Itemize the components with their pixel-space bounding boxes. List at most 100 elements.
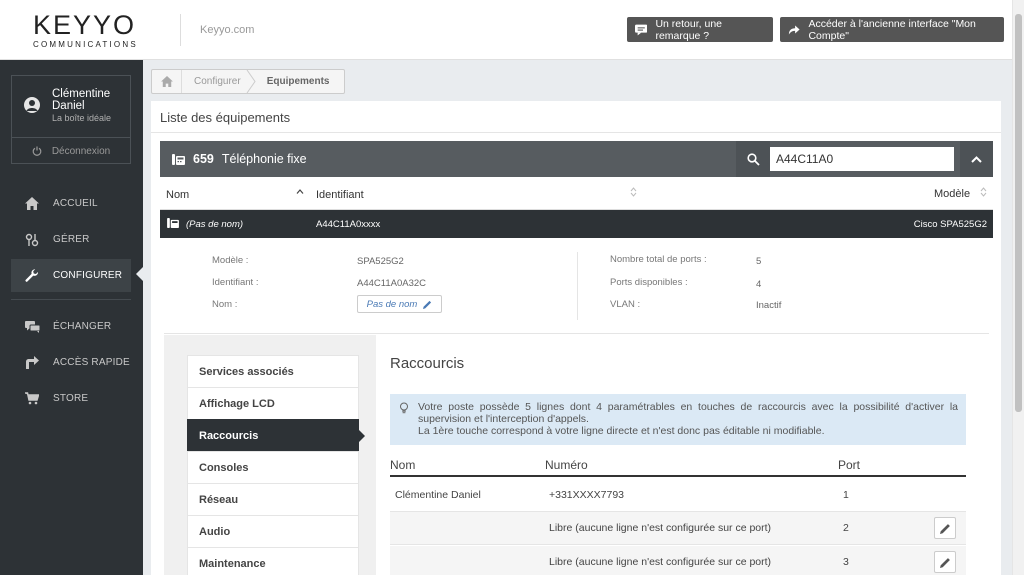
table-row: Libre (aucune ligne n'est configurée sur…: [390, 512, 966, 545]
site-link[interactable]: Keyyo.com: [200, 24, 254, 36]
equipment-count: 659: [193, 152, 214, 166]
page-title: Liste des équipements: [160, 110, 291, 125]
feedback-label: Un retour, une remarque ?: [655, 17, 722, 42]
vlan-label: VLAN :: [610, 299, 641, 310]
subnav-item-maintenance[interactable]: Maintenance: [187, 547, 359, 575]
breadcrumb-home[interactable]: [152, 70, 182, 93]
nav-divider: [11, 299, 131, 300]
column-name[interactable]: Nom: [166, 189, 189, 201]
col-port-header: Port: [838, 458, 861, 472]
table-row[interactable]: (Pas de nom) A44C11A0xxxx Cisco SPA525G2: [160, 210, 993, 238]
search-button[interactable]: [736, 141, 770, 177]
search-input[interactable]: [770, 147, 954, 171]
logout-label: Déconnexion: [51, 145, 111, 157]
search-icon: [746, 152, 760, 166]
breadcrumb-configure-label: Configurer: [194, 76, 241, 87]
logo-divider: [180, 14, 181, 46]
edit-shortcut-button[interactable]: [934, 551, 956, 573]
row-name: (Pas de nom): [186, 219, 244, 230]
logout-button[interactable]: Déconnexion: [12, 137, 130, 164]
column-headers: Nom Identifiant Modèle: [160, 177, 993, 210]
model-label: Modèle :: [212, 255, 249, 266]
old-interface-label: Accéder à l'ancienne interface "Mon Comp…: [808, 17, 976, 42]
total-ports-value: 5: [756, 256, 762, 267]
name-edit-field[interactable]: Pas de nom: [357, 295, 442, 313]
column-identifier[interactable]: Identifiant: [316, 189, 364, 201]
subnav-item-services[interactable]: Services associés: [187, 355, 359, 387]
col-number-header: Numéro: [545, 458, 588, 472]
table-row: Libre (aucune ligne n'est configurée sur…: [390, 546, 966, 575]
nav-item-store[interactable]: STORE: [11, 382, 131, 415]
user-avatar-icon: [24, 97, 40, 113]
row-line-port: 2: [843, 522, 849, 534]
pencil-icon: [939, 557, 950, 568]
breadcrumb: Configurer Equipements: [151, 69, 345, 94]
subnav-item-consoles[interactable]: Consoles: [187, 451, 359, 483]
subnav-item-lcd[interactable]: Affichage LCD: [187, 387, 359, 419]
top-bar: KEYYO COMMUNICATIONS Keyyo.com Un retour…: [0, 0, 1012, 60]
logo-word: KEYYO: [33, 10, 137, 40]
nav-item-exchange[interactable]: ÉCHANGER: [11, 310, 131, 343]
name-label: Nom :: [212, 299, 238, 310]
chat-icon: [635, 24, 648, 35]
info-line-1: Votre poste possède 5 lignes dont 4 para…: [418, 401, 958, 425]
sort-icon[interactable]: [980, 187, 987, 197]
chat-bubbles-icon: [24, 320, 40, 334]
nav-item-configure[interactable]: CONFIGURER: [11, 259, 131, 292]
active-nav-pointer: [136, 267, 143, 281]
column-model[interactable]: Modèle: [934, 188, 970, 200]
pencil-icon: [423, 300, 432, 309]
config-subnav: Services associés Affichage LCD Raccourc…: [187, 355, 365, 575]
sort-icon[interactable]: [630, 187, 637, 197]
model-value: SPA525G2: [357, 256, 404, 267]
nav-configure-label: CONFIGURER: [53, 270, 123, 281]
row-line-number: Libre (aucune ligne n'est configurée sur…: [549, 522, 772, 534]
pencil-icon: [939, 523, 950, 534]
phone-device-icon: [167, 218, 179, 228]
home-icon: [24, 197, 40, 211]
equipment-panel: Liste des équipements 659 Téléphonie fix…: [151, 101, 1001, 575]
page-scrollbar[interactable]: [1012, 0, 1024, 575]
logo-subtitle: COMMUNICATIONS: [33, 40, 138, 49]
scrollbar-thumb[interactable]: [1015, 14, 1022, 412]
row-line-port: 3: [843, 556, 849, 568]
wrench-icon: [24, 268, 40, 283]
available-ports-label: Ports disponibles :: [610, 277, 688, 288]
equipment-details: Modèle : SPA525G2 Identifiant : A44C11A0…: [164, 238, 989, 334]
nav-item-manage[interactable]: GÉRER: [11, 223, 131, 256]
subnav-item-audio[interactable]: Audio: [187, 515, 359, 547]
breadcrumb-equipment: Equipements: [255, 70, 344, 93]
lightbulb-icon: [400, 402, 408, 414]
sort-asc-icon[interactable]: [296, 189, 304, 194]
breadcrumb-configure[interactable]: Configurer: [182, 70, 256, 93]
subnav-item-shortcuts[interactable]: Raccourcis: [187, 419, 365, 451]
nav-item-home[interactable]: ACCUEIL: [11, 187, 131, 220]
equipment-category: Téléphonie fixe: [221, 152, 307, 166]
vlan-value: Inactif: [756, 300, 782, 311]
nav-item-quick-access[interactable]: ACCÈS RAPIDE: [11, 346, 131, 379]
total-ports-label: Nombre total de ports :: [610, 254, 707, 265]
chevron-up-icon: [971, 155, 982, 163]
old-interface-button[interactable]: Accéder à l'ancienne interface "Mon Comp…: [780, 17, 1004, 42]
row-line-name: Clémentine Daniel: [395, 489, 481, 501]
edit-shortcut-button[interactable]: [934, 517, 956, 539]
row-model: Cisco SPA525G2: [913, 219, 987, 230]
name-field-value: Pas de nom: [366, 298, 418, 310]
breadcrumb-equipment-label: Equipements: [266, 76, 330, 87]
subnav-item-network[interactable]: Réseau: [187, 483, 359, 515]
keyyo-logo[interactable]: KEYYO COMMUNICATIONS: [33, 10, 153, 50]
feedback-button[interactable]: Un retour, une remarque ?: [627, 17, 773, 42]
panel-divider: [151, 132, 1001, 133]
row-identifier: A44C11A0xxxx: [316, 219, 381, 230]
available-ports-value: 4: [756, 279, 762, 290]
home-icon: [160, 76, 173, 87]
nav-quick-access-label: ACCÈS RAPIDE: [53, 357, 130, 368]
nav-store-label: STORE: [53, 393, 89, 404]
share-arrow-icon: [788, 25, 800, 34]
equipment-config-area: Services associés Affichage LCD Raccourc…: [164, 335, 989, 575]
info-box: Votre poste possède 5 lignes dont 4 para…: [390, 394, 966, 445]
collapse-button[interactable]: [960, 141, 993, 177]
share-arrow-icon: [24, 356, 40, 370]
table-row: Clémentine Daniel +331XXXX7793 1: [390, 479, 966, 512]
col-name-header: Nom: [390, 458, 416, 472]
